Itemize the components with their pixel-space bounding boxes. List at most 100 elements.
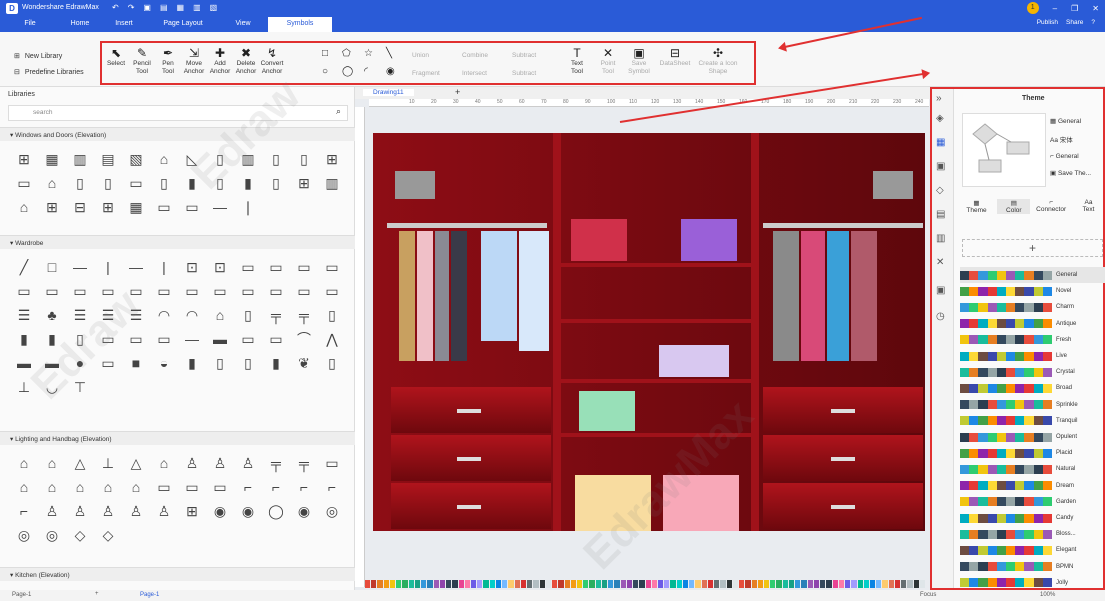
delete-anchor-button[interactable]: ✖ Delete Anchor [234,46,258,76]
symbol-item[interactable]: ▯ [234,351,262,375]
palette-swatch[interactable] [739,580,745,588]
theme-option-antique[interactable]: Antique [960,316,1105,332]
palette-swatch[interactable] [408,580,414,588]
section-windows-doors[interactable]: ▾ Windows and Doors (Elevation) [0,127,355,141]
theme-option-general[interactable]: General [960,267,1105,283]
symbol-item[interactable]: ♣ [38,303,66,327]
theme-option-jolly[interactable]: Jolly [960,575,1105,591]
symbol-item[interactable]: ▯ [206,147,234,171]
help-icon[interactable]: ? [1091,19,1095,26]
menu-view[interactable]: View [218,17,268,32]
pencil-tool-button[interactable]: ✎ Pencil Tool [130,46,154,76]
move-anchor-button[interactable]: ⇲ Move Anchor [182,46,206,76]
text-tool-button[interactable]: T Text Tool [566,46,588,76]
search-input[interactable]: search [8,105,348,121]
palette-swatch[interactable] [383,580,389,588]
fragment-button[interactable]: Fragment [412,70,440,78]
history-icon[interactable]: ◷ [936,311,945,322]
symbol-item[interactable]: ◎ [38,523,66,547]
symbol-item[interactable]: — [178,327,206,351]
pen-tool-button[interactable]: ✒ Pen Tool [156,46,180,76]
document-tab[interactable]: Drawing11 [363,89,414,96]
symbol-item[interactable]: ◠ [150,303,178,327]
symbol-item[interactable]: ▮ [38,327,66,351]
publish-button[interactable]: Publish [1037,19,1058,26]
zoom-level[interactable]: 100% [1040,592,1055,598]
symbol-item[interactable]: ⌐ [318,475,346,499]
palette-swatch[interactable] [626,580,633,588]
palette-swatch[interactable] [645,580,651,588]
connector-option[interactable]: ⌐ General [1050,153,1091,160]
rectangle-tool-icon[interactable]: □ [322,48,328,59]
close-icon[interactable]: ✕ [1092,4,1099,13]
layers-icon[interactable]: ◇ [936,185,944,196]
symbol-item[interactable]: ▭ [262,255,290,279]
print-icon[interactable]: ▥ [193,3,201,12]
palette-swatch[interactable] [782,580,788,588]
symbol-item[interactable]: ╤ [262,451,290,475]
tab-connector[interactable]: ⌐ Connector [1035,199,1068,214]
symbol-item[interactable]: ◉ [234,499,262,523]
palette-swatch[interactable] [377,580,383,588]
symbol-item[interactable]: ▭ [318,255,346,279]
palette-swatch[interactable] [701,580,707,588]
palette-swatch[interactable] [477,580,483,588]
palette-swatch[interactable] [452,580,458,588]
menu-file[interactable]: File [0,17,60,32]
symbol-item[interactable]: ▯ [150,171,178,195]
theme-option-garden[interactable]: Garden [960,494,1105,510]
palette-swatch[interactable] [545,580,552,588]
symbol-item[interactable]: ▭ [290,279,318,303]
palette-swatch[interactable] [365,580,371,588]
palette-swatch[interactable] [826,580,832,588]
undo-icon[interactable]: ↶ [112,3,119,12]
symbol-item[interactable]: ▭ [178,279,206,303]
palette-swatch[interactable] [527,580,533,588]
palette-swatch[interactable] [770,580,776,588]
save-theme-option[interactable]: ▣ Save The... [1050,169,1091,177]
symbol-item[interactable]: ▮ [234,171,262,195]
palette-swatch[interactable] [838,580,845,588]
symbol-item[interactable]: ⌐ [262,475,290,499]
save-icon[interactable]: ▦ [177,3,185,12]
add-page-icon[interactable]: + [95,591,99,597]
tab-theme[interactable]: ▦ Theme [960,199,993,214]
symbol-item[interactable]: ▭ [206,475,234,499]
palette-swatch[interactable] [639,580,645,588]
symbol-item[interactable]: ▭ [122,171,150,195]
save-symbol-button[interactable]: ▣ Save Symbol [626,46,652,76]
symbol-item[interactable]: ⌂ [94,475,122,499]
new-library-button[interactable]: ⊞ New Library [14,52,84,61]
palette-swatch[interactable] [558,580,564,588]
palette-swatch[interactable] [764,580,770,588]
symbol-item[interactable]: ▯ [94,171,122,195]
palette-swatch[interactable] [695,580,701,588]
add-tab-icon[interactable]: + [455,87,460,97]
palette-swatch[interactable] [907,580,913,588]
palette-swatch[interactable] [427,580,433,588]
symbol-item[interactable]: ☰ [10,303,38,327]
palette-swatch[interactable] [894,580,901,588]
symbol-item[interactable]: ⊞ [318,147,346,171]
new-icon[interactable]: ▣ [143,3,151,12]
theme-option-opulent[interactable]: Opulent [960,429,1105,445]
add-anchor-button[interactable]: ✚ Add Anchor [208,46,232,76]
palette-swatch[interactable] [502,580,508,588]
palette-swatch[interactable] [601,580,608,588]
symbol-item[interactable]: ▮ [10,327,38,351]
palette-swatch[interactable] [751,580,757,588]
symbol-item[interactable]: ▧ [122,147,150,171]
palette-swatch[interactable] [676,580,682,588]
palette-swatch[interactable] [371,580,377,588]
add-theme-button[interactable]: + [962,239,1103,257]
combine-button[interactable]: Combine [462,52,488,60]
symbol-item[interactable]: | [150,255,178,279]
symbol-item[interactable]: ▯ [206,171,234,195]
symbol-item[interactable]: ▥ [318,171,346,195]
convert-anchor-button[interactable]: ↯ Convert Anchor [260,46,284,76]
palette-swatch[interactable] [664,580,670,588]
palette-swatch[interactable] [464,580,470,588]
palette-swatch[interactable] [670,580,676,588]
symbol-item[interactable]: ⊞ [38,195,66,219]
symbol-item[interactable]: ⊟ [66,195,94,219]
